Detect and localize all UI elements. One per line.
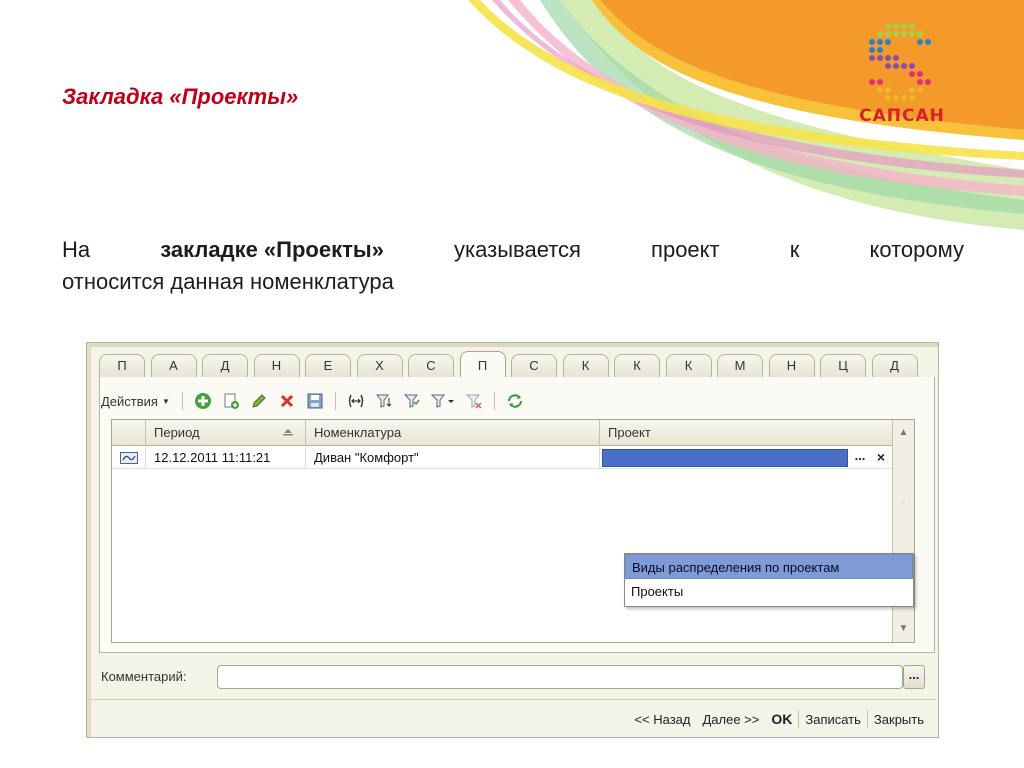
sort-ascending-icon bbox=[283, 429, 293, 436]
cell-period[interactable]: 12.12.2011 11:11:21 bbox=[146, 447, 306, 469]
filter-clear-button[interactable] bbox=[463, 390, 485, 412]
range-icon bbox=[348, 394, 364, 408]
filter-set-icon bbox=[375, 394, 392, 408]
footer-divider bbox=[91, 699, 936, 700]
toolbar-separator bbox=[493, 392, 495, 410]
actions-label: Действия bbox=[101, 393, 158, 409]
body-line-1: На закладке «Проекты» указывается проект… bbox=[62, 234, 964, 266]
tab-d2[interactable]: Д bbox=[871, 354, 918, 378]
tab-s2[interactable]: С bbox=[511, 354, 557, 378]
scroll-down-icon[interactable]: ▼ bbox=[893, 618, 914, 640]
actions-menu[interactable]: Действия ▼ bbox=[101, 394, 176, 409]
tab-strip: П А Д Н Е Х С П С К К К М Н Ц Д bbox=[99, 351, 923, 379]
slide-title: Закладка «Проекты» bbox=[62, 84, 299, 109]
column-header-project[interactable]: Проект bbox=[600, 420, 892, 446]
body-word: указывается bbox=[454, 237, 581, 262]
dropdown-item-projects[interactable]: Проекты bbox=[625, 579, 913, 604]
save-button[interactable]: Записать bbox=[799, 712, 867, 727]
tab-e[interactable]: Е bbox=[305, 354, 351, 378]
back-button[interactable]: << Назад bbox=[628, 712, 696, 727]
close-button[interactable]: Закрыть bbox=[868, 712, 930, 727]
filter-set-button[interactable] bbox=[373, 390, 395, 412]
cell-project[interactable]: ... × bbox=[600, 447, 892, 469]
tab-ts[interactable]: Ц bbox=[820, 354, 866, 378]
tab-m[interactable]: М bbox=[717, 354, 763, 378]
project-input[interactable] bbox=[602, 449, 848, 467]
body-word: На bbox=[62, 237, 91, 262]
row-icon-cell bbox=[112, 447, 146, 469]
dropdown-item-distribution-types[interactable]: Виды распределения по проектам bbox=[625, 554, 913, 579]
logo-dots-icon bbox=[869, 23, 931, 101]
filter-dropdown-button[interactable] bbox=[429, 390, 457, 412]
project-type-dropdown: Виды распределения по проектам Проекты bbox=[624, 553, 914, 607]
logo-text: САПСАН bbox=[859, 106, 945, 126]
comment-row: Комментарий: ... bbox=[99, 665, 935, 691]
column-header-period[interactable]: Период bbox=[146, 420, 306, 446]
column-header-label: Период bbox=[154, 425, 200, 440]
tab-h[interactable]: Х bbox=[356, 354, 403, 378]
record-icon bbox=[119, 452, 138, 464]
copy-icon bbox=[224, 393, 239, 409]
tab-d[interactable]: Д bbox=[202, 354, 248, 378]
nomenclature-form-window: П А Д Н Е Х С П С К К К М Н Ц Д Действия… bbox=[86, 342, 939, 738]
projects-grid: Период Номенклатура Проект 12.12.2011 11… bbox=[111, 419, 915, 643]
save-icon bbox=[307, 393, 323, 409]
next-button[interactable]: Далее >> bbox=[696, 712, 765, 727]
project-clear-button[interactable]: × bbox=[872, 448, 890, 468]
tab-n[interactable]: Н bbox=[253, 354, 300, 378]
comment-input[interactable] bbox=[217, 665, 903, 689]
edit-button[interactable] bbox=[248, 390, 270, 412]
body-word: проект bbox=[651, 237, 720, 262]
ok-button[interactable]: OK bbox=[765, 711, 798, 727]
column-header-nomenclature[interactable]: Номенклатура bbox=[306, 420, 600, 446]
project-select-button[interactable]: ... bbox=[850, 448, 870, 468]
refresh-button[interactable] bbox=[504, 390, 526, 412]
filter-clear-icon bbox=[465, 394, 482, 409]
tab-projects[interactable]: П bbox=[459, 351, 506, 379]
tab-s[interactable]: С bbox=[408, 354, 454, 378]
grid-vertical-scrollbar[interactable]: ▲ ◦ ▼ bbox=[892, 420, 914, 642]
edit-icon bbox=[252, 394, 266, 408]
company-logo: САПСАН bbox=[852, 20, 952, 130]
filter-dropdown-icon bbox=[430, 394, 454, 408]
filter-button[interactable] bbox=[401, 390, 423, 412]
filter-icon bbox=[403, 394, 420, 408]
form-footer: << Назад Далее >> OK Записать Закрыть bbox=[91, 701, 936, 737]
toolbar-separator bbox=[181, 392, 183, 410]
tab-k1[interactable]: К bbox=[562, 354, 609, 378]
toolbar-separator bbox=[334, 392, 336, 410]
save-record-button[interactable] bbox=[304, 390, 326, 412]
copy-button[interactable] bbox=[220, 390, 242, 412]
tab-k2[interactable]: К bbox=[614, 354, 660, 378]
tab-n2[interactable]: Н bbox=[768, 354, 815, 378]
body-word: которому bbox=[869, 237, 964, 262]
grid-toolbar: Действия ▼ bbox=[101, 389, 529, 413]
delete-button[interactable] bbox=[276, 390, 298, 412]
body-line-2: относится данная номенклатура bbox=[62, 269, 394, 294]
tab-p[interactable]: П bbox=[99, 354, 145, 378]
refresh-icon bbox=[507, 394, 522, 408]
body-bold-phrase: закладке «Проекты» bbox=[160, 237, 384, 262]
caret-down-icon: ▼ bbox=[161, 396, 170, 406]
delete-icon bbox=[280, 394, 293, 408]
table-row[interactable]: 12.12.2011 11:11:21 Диван "Комфорт" ... … bbox=[112, 447, 892, 469]
grid-header: Период Номенклатура Проект bbox=[112, 420, 892, 446]
range-button[interactable] bbox=[345, 390, 367, 412]
scroll-up-icon[interactable]: ▲ bbox=[893, 422, 914, 444]
comment-select-button[interactable]: ... bbox=[903, 665, 925, 689]
cell-nomenclature[interactable]: Диван "Комфорт" bbox=[306, 447, 600, 469]
column-header-icon bbox=[112, 420, 146, 446]
scroll-thumb[interactable]: ◦ bbox=[896, 492, 911, 512]
add-button[interactable] bbox=[192, 390, 214, 412]
add-icon bbox=[194, 393, 211, 409]
body-word: к bbox=[789, 237, 800, 262]
window-edge bbox=[87, 343, 91, 737]
slide-body-text: На закладке «Проекты» указывается проект… bbox=[62, 234, 964, 298]
comment-label: Комментарий: bbox=[101, 669, 187, 684]
tab-k3[interactable]: К bbox=[665, 354, 712, 378]
tab-a[interactable]: А bbox=[150, 354, 197, 378]
